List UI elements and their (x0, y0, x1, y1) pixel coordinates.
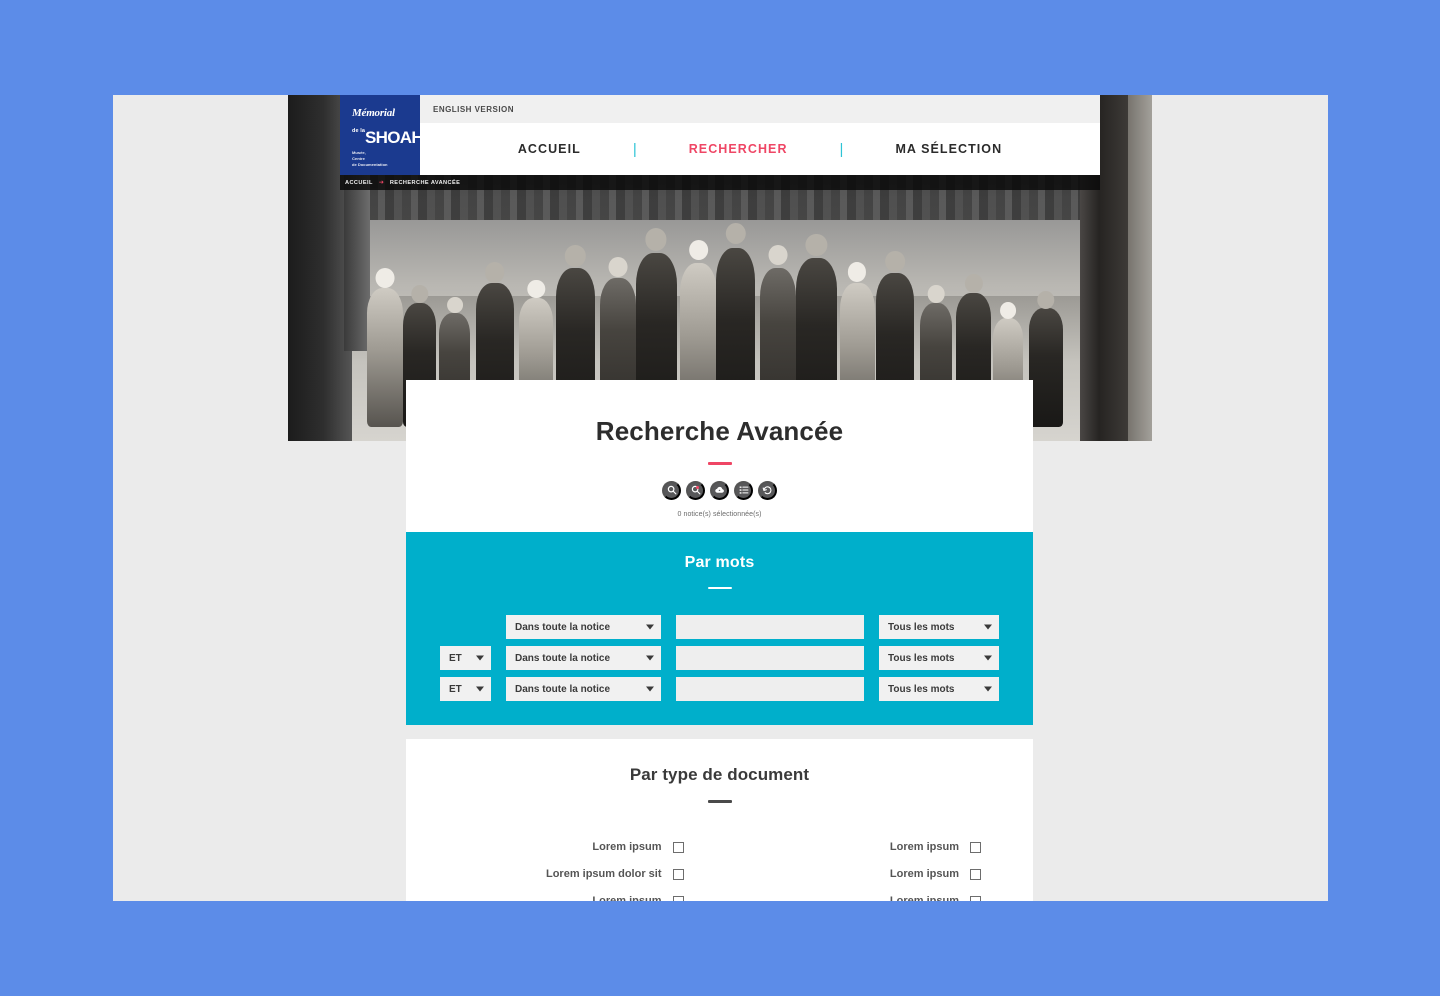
checkbox-icon[interactable] (970, 868, 981, 880)
query-row: Dans toute la notice Tous les mots (406, 615, 1033, 639)
mode-select-1[interactable]: Tous les mots (879, 615, 999, 639)
document-type-underline-rule (707, 800, 732, 803)
doctype-checkbox-left-3[interactable]: Lorem ipsum (458, 888, 684, 901)
words-search-panel: Par mots Dans toute la notice Tous les m… (406, 531, 1033, 725)
query-row: ET Dans toute la notice Tous les mots (406, 677, 1033, 701)
doctype-checkbox-left-1[interactable]: Lorem ipsum (458, 834, 684, 861)
field-select-1-value: Dans toute la notice (515, 621, 611, 633)
logo-shoah-text: SHOAH (365, 128, 424, 147)
keyword-input-2[interactable] (676, 646, 864, 670)
page-title: Recherche Avancée (595, 416, 844, 446)
search-saved-icon[interactable] (686, 480, 705, 500)
operator-select-2-value: ET (449, 652, 462, 664)
checkbox-icon[interactable] (672, 895, 684, 901)
field-select-3-value: Dans toute la notice (515, 683, 611, 695)
query-rows: Dans toute la notice Tous les mots ET Da… (406, 615, 1033, 701)
site-logo[interactable]: Mémorial de la SHOAH Musée, Centre de Do… (340, 95, 424, 175)
browser-viewport: ENGLISH VERSION Mémorial de la SHOAH Mus… (113, 95, 1328, 901)
breadcrumb-item-accueil[interactable]: ACCUEIL (345, 180, 373, 186)
page-title-block: Recherche Avancée 0 notice(s) sélectionn… (406, 380, 1033, 532)
document-type-checkbox-grid: Lorem ipsum Lorem ipsum Lorem ipsum dolo… (406, 834, 1033, 901)
page-title-card: Recherche Avancée 0 notice(s) sélectionn… (406, 380, 1033, 532)
doctype-checkbox-right-3[interactable]: Lorem ipsum (756, 888, 981, 901)
chevron-down-icon (646, 655, 654, 661)
doctype-checkbox-right-2[interactable]: Lorem ipsum (756, 861, 981, 888)
breadcrumb: ACCUEIL ➜ RECHERCHE AVANCÉE (340, 175, 1100, 190)
checkbox-icon[interactable] (970, 841, 981, 853)
breadcrumb-item-recherche-avancee: RECHERCHE AVANCÉE (389, 179, 461, 186)
keyword-input-3[interactable] (676, 677, 864, 701)
header-utility-strip: ENGLISH VERSION (420, 95, 1100, 123)
logo-dela-text: de la (352, 128, 366, 134)
operator-select-2[interactable]: ET (440, 646, 491, 670)
nav-item-rechercher[interactable]: RECHERCHER (683, 142, 794, 156)
logo-subtitle: Musée, Centre de Documentation (352, 149, 388, 167)
document-type-panel: Par type de document Lorem ipsum Lorem i… (406, 739, 1033, 901)
field-select-2[interactable]: Dans toute la notice (506, 646, 661, 670)
doctype-label: Lorem ipsum (889, 868, 959, 880)
selection-count-label: 0 notice(s) sélectionnée(s) (677, 510, 762, 518)
chevron-down-icon (476, 686, 484, 692)
photo-right-edge (1128, 95, 1152, 441)
doctype-label: Lorem ipsum (592, 841, 662, 853)
breadcrumb-arrow-icon: ➜ (378, 179, 384, 186)
search-saved-badge (696, 486, 699, 489)
nav-separator-2: | (839, 140, 844, 158)
list-icon[interactable] (734, 480, 753, 500)
chevron-down-icon (646, 686, 654, 692)
doctype-label: Lorem ipsum (592, 895, 662, 901)
checkbox-icon[interactable] (672, 841, 684, 853)
title-underline-rule (707, 462, 732, 465)
operator-select-3-value: ET (449, 683, 462, 695)
field-select-1[interactable]: Dans toute la notice (506, 615, 661, 639)
checkbox-icon[interactable] (970, 895, 981, 901)
field-select-2-value: Dans toute la notice (515, 652, 611, 664)
main-content: Recherche Avancée 0 notice(s) sélectionn… (406, 380, 1033, 901)
search-toolbar (406, 480, 1033, 500)
mode-select-1-value: Tous les mots (888, 621, 955, 633)
doctype-label: Lorem ipsum dolor sit (545, 868, 662, 880)
site-header: ENGLISH VERSION Mémorial de la SHOAH Mus… (340, 95, 1100, 175)
chevron-down-icon (984, 655, 992, 661)
document-type-title: Par type de document (629, 765, 810, 784)
chevron-down-icon (646, 624, 654, 630)
field-select-3[interactable]: Dans toute la notice (506, 677, 661, 701)
operator-select-3[interactable]: ET (440, 677, 491, 701)
keyword-input-1[interactable] (676, 615, 864, 639)
cloud-upload-icon[interactable] (710, 480, 729, 500)
mode-select-3[interactable]: Tous les mots (879, 677, 999, 701)
mode-select-2-value: Tous les mots (888, 652, 955, 664)
history-reset-icon[interactable] (758, 480, 777, 500)
words-panel-title: Par mots (684, 553, 755, 571)
doctype-checkbox-right-1[interactable]: Lorem ipsum (756, 834, 981, 861)
nav-item-accueil[interactable]: ACCUEIL (512, 142, 587, 156)
doctype-checkbox-left-2[interactable]: Lorem ipsum dolor sit (458, 861, 684, 888)
logo-memorial-text: Mémorial (352, 107, 395, 119)
english-version-link[interactable]: ENGLISH VERSION (420, 105, 514, 114)
mode-select-2[interactable]: Tous les mots (879, 646, 999, 670)
nav-separator-1: | (632, 140, 637, 158)
query-row: ET Dans toute la notice Tous les mots (406, 646, 1033, 670)
main-navigation: ACCUEIL | RECHERCHER | MA SÉLECTION (420, 123, 1100, 175)
chevron-down-icon (984, 624, 992, 630)
chevron-down-icon (476, 655, 484, 661)
chevron-down-icon (984, 686, 992, 692)
nav-item-ma-selection[interactable]: MA SÉLECTION (889, 142, 1008, 156)
doctype-label: Lorem ipsum (889, 841, 959, 853)
doctype-label: Lorem ipsum (889, 895, 959, 901)
search-icon[interactable] (662, 480, 681, 500)
words-panel-underline-rule (707, 586, 732, 589)
mode-select-3-value: Tous les mots (888, 683, 955, 695)
checkbox-icon[interactable] (672, 868, 684, 880)
